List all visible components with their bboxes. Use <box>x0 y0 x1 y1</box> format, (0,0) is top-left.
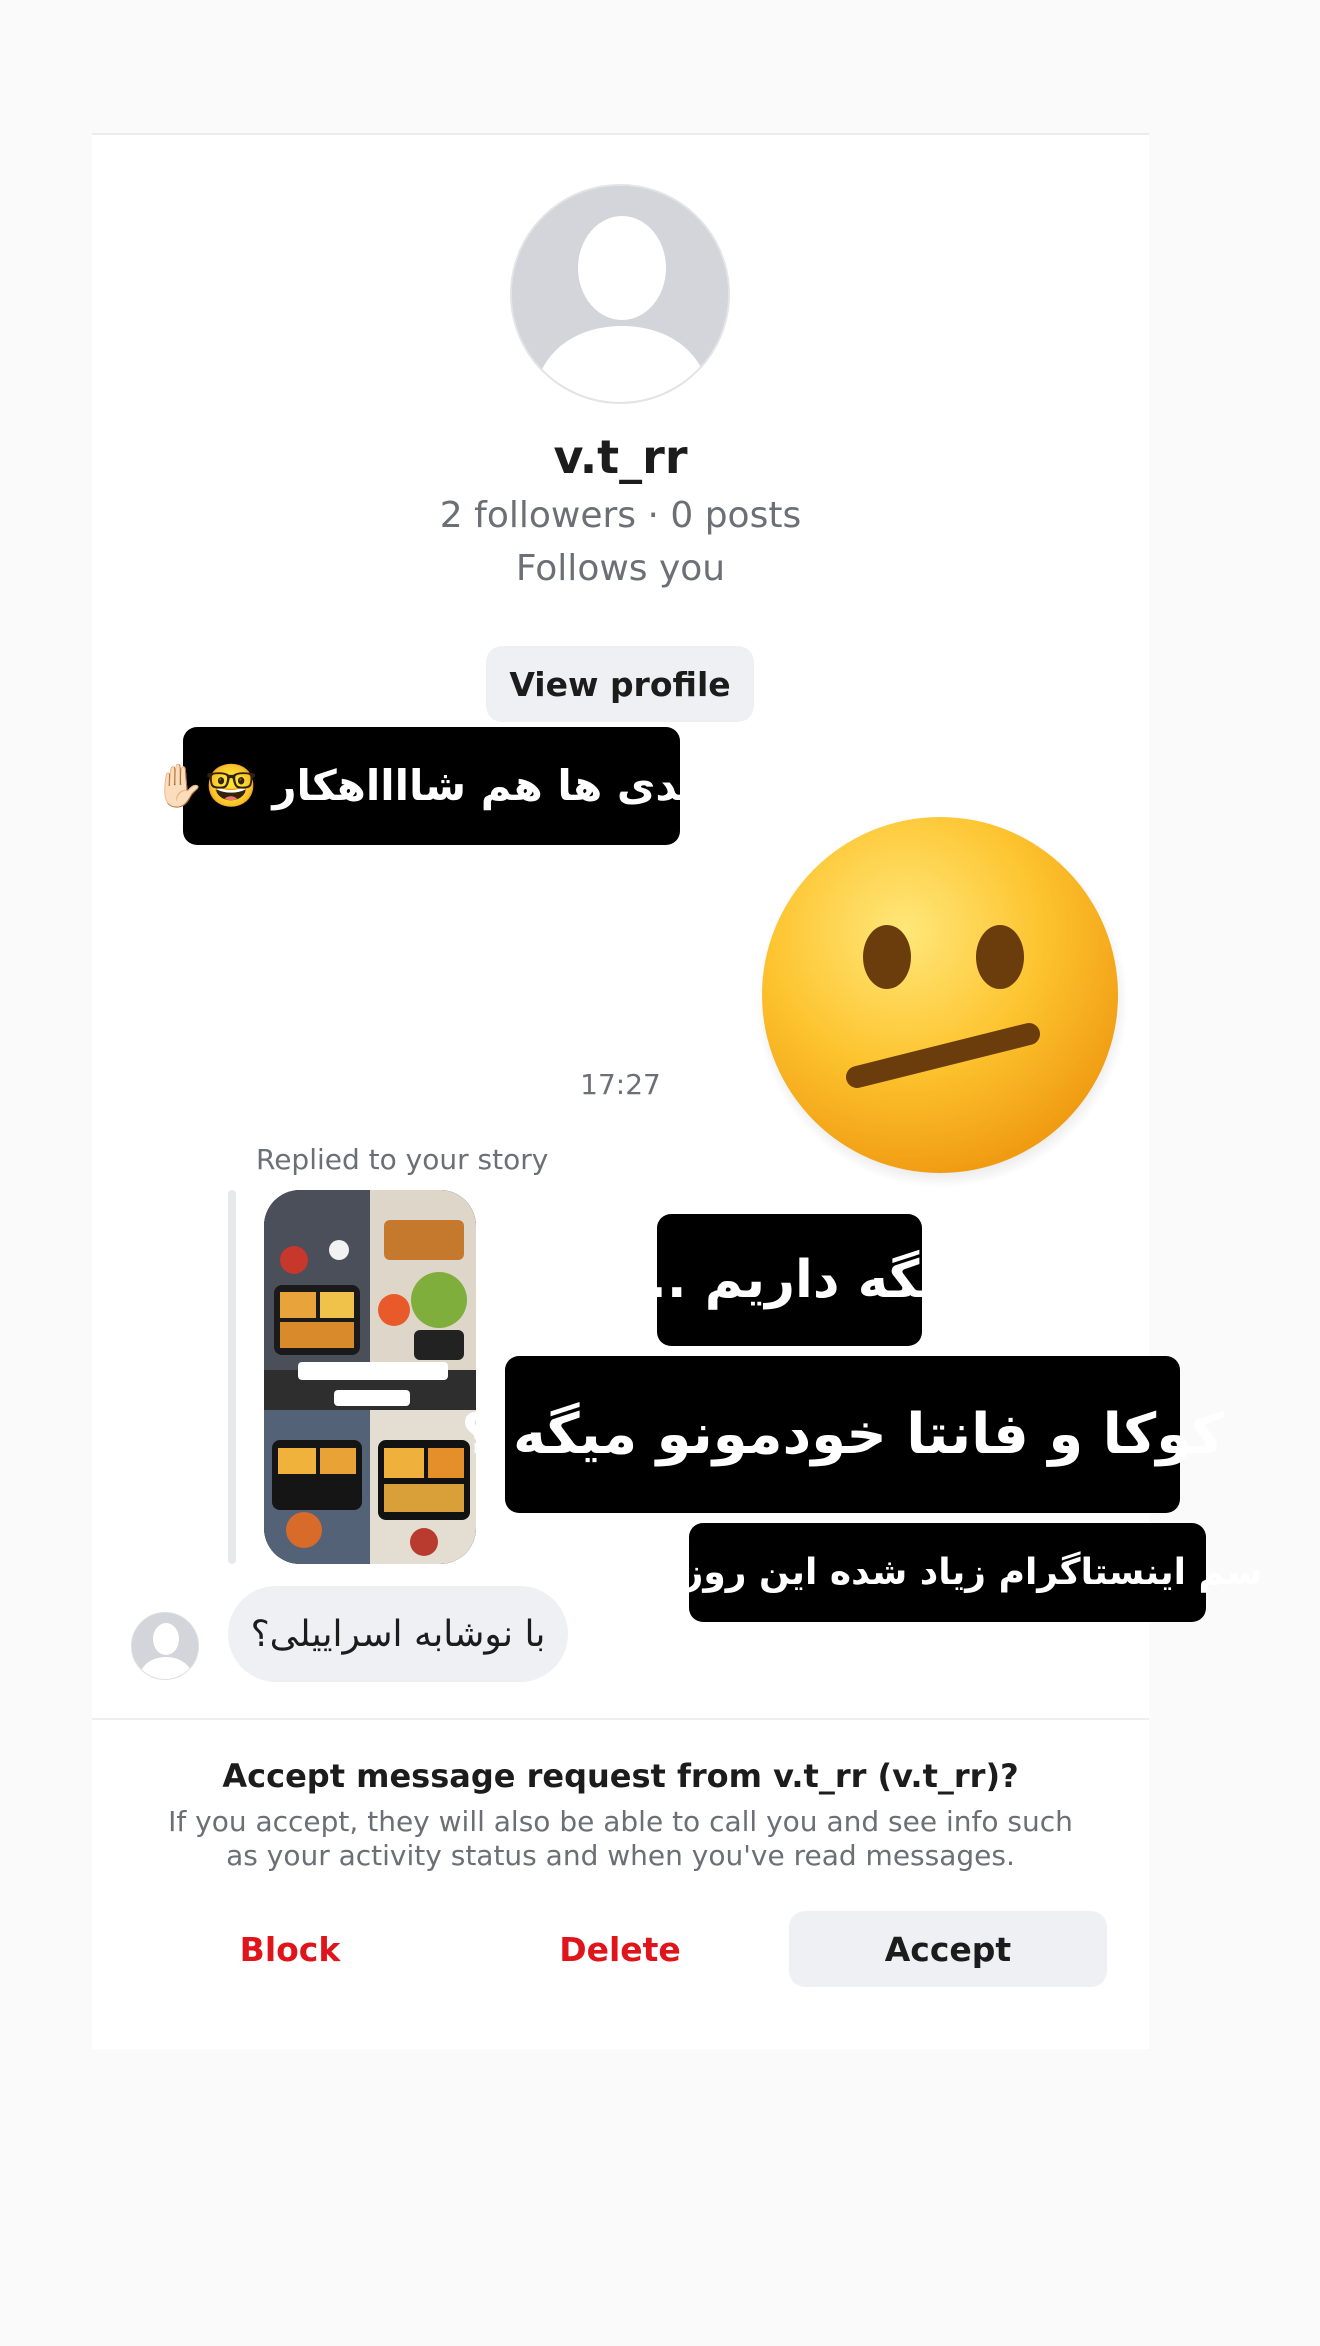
text-sticker[interactable]: کوکا و فانتا خودمونو میگه ؟ <box>461 1356 1224 1513</box>
block-button[interactable]: Block <box>170 1911 410 1987</box>
profile-username: v.t_rr <box>553 430 688 484</box>
follows-you-label: Follows you <box>515 548 726 589</box>
text-sticker[interactable]: آیدی ها هم شااااهکار 🤓✋🏻 <box>153 727 710 845</box>
reply-indicator-bar <box>228 1190 236 1564</box>
divider <box>92 1718 1149 1720</box>
incoming-message-bubble[interactable]: با نوشابه اسراییلی؟ <box>228 1586 568 1682</box>
replied-to-story-label: Replied to your story <box>256 1143 549 1176</box>
default-avatar-icon <box>132 1613 198 1679</box>
food-photo-collage-icon <box>264 1190 476 1564</box>
message-timestamp: 17:27 <box>580 1068 661 1101</box>
request-description: If you accept, they will also be able to… <box>168 1805 1073 1872</box>
profile-stats: 2 followers · 0 posts <box>439 495 802 536</box>
accept-button[interactable]: Accept <box>789 1911 1107 1987</box>
delete-button[interactable]: Delete <box>500 1911 740 1987</box>
story-thumbnail[interactable] <box>264 1190 476 1564</box>
view-profile-button[interactable]: View profile <box>486 646 754 722</box>
text-sticker[interactable]: سم اینستاگرام زیاد شده این روزا😅 <box>633 1523 1262 1622</box>
sender-avatar[interactable] <box>131 1612 199 1680</box>
profile-avatar[interactable] <box>510 184 730 404</box>
default-avatar-icon <box>512 186 728 402</box>
text-sticker[interactable]: مگه داریم ... <box>627 1214 952 1346</box>
request-title: Accept message request from v.t_rr (v.t_… <box>222 1757 1019 1795</box>
neutral-face-emoji-icon[interactable] <box>756 812 1128 1192</box>
